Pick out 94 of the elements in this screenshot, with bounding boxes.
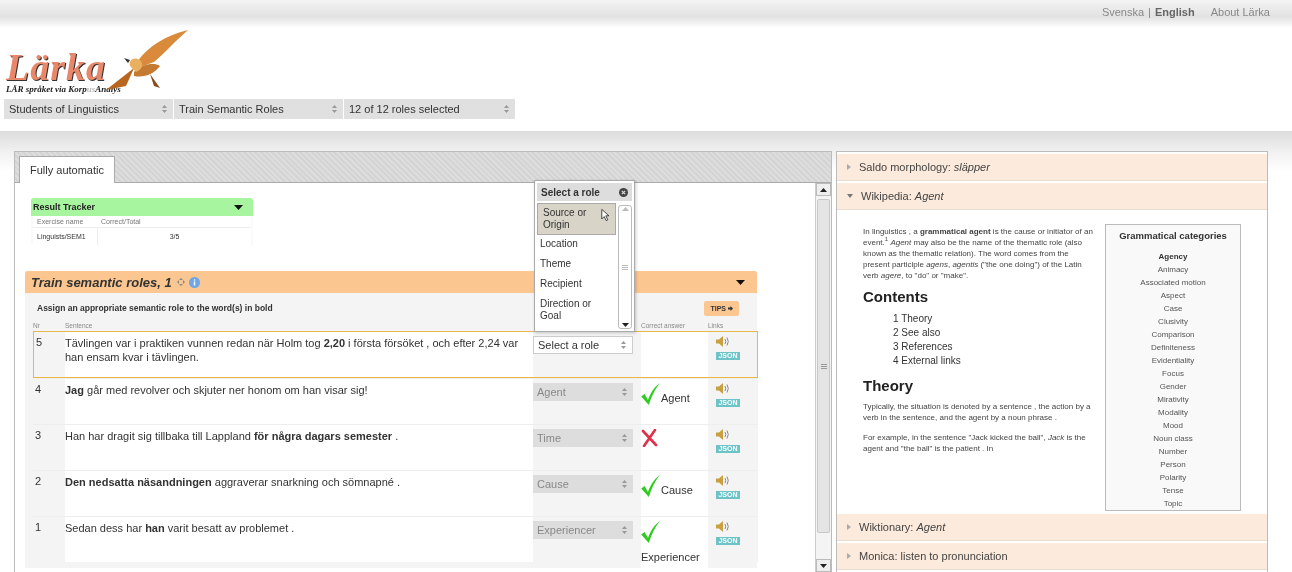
accordion-header[interactable]: Wiktionary: Agent — [837, 514, 1267, 541]
role-option[interactable]: Location — [535, 235, 618, 255]
instruction-text: Assign an appropriate semantic role to the word(s) in bold — [37, 302, 273, 313]
category-link[interactable]: Definiteness — [1106, 341, 1240, 354]
arrow-icon — [728, 306, 733, 311]
scrollbar[interactable] — [618, 205, 632, 329]
select-arrow-icon — [162, 105, 167, 113]
select-arrow-icon — [622, 480, 627, 488]
category-link[interactable]: Comparison — [1106, 328, 1240, 341]
category-link[interactable]: Tense — [1106, 484, 1240, 497]
speaker-icon[interactable] — [716, 383, 729, 394]
select-arrow-icon — [622, 526, 627, 534]
correct-answer: Cause — [661, 483, 693, 497]
cursor-icon — [601, 207, 610, 223]
grip-icon — [820, 363, 827, 369]
close-icon[interactable] — [619, 187, 628, 197]
article-paragraph: In linguistics , a grammatical agentis the cause or initiator of an event.$^{1}$ Agent may also be the name of the thematic role (also known as the thematic relation). The word comes from the present participle agens, agentis ("the one doing") of the Latin verb agere, to "do" or "make". — [863, 226, 1094, 281]
role-select[interactable]: Select a role — [533, 336, 633, 354]
category-link[interactable]: Clusivity — [1106, 315, 1240, 328]
check-icon — [641, 521, 660, 543]
sentence-text: Jag går med revolver och skjuter ner honom om han visar sig! — [65, 378, 533, 424]
speaker-icon[interactable] — [716, 336, 729, 347]
select-arrow-icon — [622, 434, 627, 442]
role-option[interactable]: Recipient — [535, 275, 618, 295]
speaker-icon[interactable] — [716, 521, 729, 532]
correct-answer: Agent — [661, 391, 690, 405]
scroll-down-icon[interactable] — [820, 563, 827, 568]
section-heading: Contents — [863, 291, 929, 302]
accordion-header[interactable]: Saldo morphology: släpper — [837, 154, 1267, 181]
sentence-text: Sedan dess har han varit besatt av problemet . — [65, 516, 533, 562]
move-icon[interactable] — [176, 278, 185, 286]
speaker-icon[interactable] — [716, 475, 729, 486]
select-arrow-icon — [504, 105, 509, 113]
language-link[interactable]: English — [1154, 6, 1195, 18]
accordion-header[interactable]: Wikipedia: Agent — [837, 183, 1267, 210]
contents-link[interactable]: 1 Theory — [893, 312, 1097, 326]
tracker-title: Result Tracker — [33, 202, 96, 212]
accordion-header[interactable]: Monica: listen to pronunciation — [837, 543, 1267, 570]
collapse-icon[interactable] — [736, 279, 745, 285]
sentence-text: Tävlingen var i praktiken vunnen redan när Holm tog 2,20 i första försöket , och efter 2,24 var han ensam kvar i tävlingen. — [65, 331, 533, 378]
category-link[interactable]: Topic — [1106, 497, 1240, 510]
category-link[interactable]: Modality — [1106, 406, 1240, 419]
role-option[interactable]: Source or Origin — [537, 203, 616, 235]
article-paragraph: For example, in the sentence "Jack kicked the ball", Jack is the agent and "the ball" is the patient . In — [863, 432, 1087, 454]
collapsed-caret-icon — [847, 553, 851, 559]
contents-link[interactable]: 2 See also — [893, 326, 1097, 340]
scroll-down-icon[interactable] — [621, 322, 629, 328]
info-icon[interactable] — [188, 276, 200, 288]
category-link[interactable]: Focus — [1106, 367, 1240, 380]
category-link[interactable]: Mood — [1106, 419, 1240, 432]
sentence-text: Han har dragit sig tillbaka till Lappland för några dagars semester . — [65, 424, 533, 470]
scrollbar[interactable] — [815, 183, 831, 572]
logo-wordmark: Lärka — [6, 50, 106, 84]
collapse-icon[interactable] — [234, 204, 243, 210]
role-option[interactable]: Direction or Goal — [535, 295, 618, 325]
contents-link[interactable]: 4 External links — [893, 354, 1097, 368]
contents-link[interactable]: 3 References — [893, 340, 1097, 354]
tab[interactable]: Fully automatic — [19, 156, 115, 183]
select-arrow-icon — [622, 388, 627, 396]
collapsed-caret-icon — [847, 164, 851, 170]
cross-icon — [641, 429, 658, 447]
category-link[interactable]: Case — [1106, 302, 1240, 315]
select-arrow-icon — [332, 105, 337, 113]
row-number: 5 — [33, 331, 65, 378]
category-link[interactable]: Associated motion — [1106, 276, 1240, 289]
category-link[interactable]: Gender — [1106, 380, 1240, 393]
category-link[interactable]: Animacy — [1106, 263, 1240, 276]
infobox-title: Grammatical categories — [1118, 229, 1228, 242]
scroll-up-icon[interactable] — [820, 187, 827, 192]
separator: | — [1148, 6, 1151, 18]
role-option[interactable]: Theme — [535, 255, 618, 275]
speaker-icon[interactable] — [716, 429, 729, 440]
menu-title: Select a role — [541, 186, 600, 198]
sentence-text: Den nedsatta näsandningen aggraverar snarkning och sömnapné . — [65, 470, 533, 516]
collapsed-caret-icon — [847, 524, 851, 530]
check-icon — [641, 475, 660, 497]
nav-dropdown[interactable]: 12 of 12 roles selected — [344, 99, 516, 119]
category-link[interactable]: Agency — [1106, 250, 1240, 263]
select-arrow-icon — [621, 341, 626, 349]
exercise-title: Train semantic roles, 1 — [31, 274, 172, 290]
nav-dropdown[interactable]: Train Semantic Roles — [174, 99, 344, 119]
nav-dropdown[interactable]: Students of Linguistics — [4, 99, 174, 119]
check-icon — [641, 383, 660, 405]
expanded-caret-icon — [847, 194, 853, 198]
category-link[interactable]: Noun class — [1106, 432, 1240, 445]
category-link[interactable]: Mirativity — [1106, 393, 1240, 406]
category-link[interactable]: Evidentiality — [1106, 354, 1240, 367]
correct-answer: Experiencer — [641, 550, 700, 564]
category-link[interactable]: Aspect — [1106, 289, 1240, 302]
category-link[interactable]: Number — [1106, 445, 1240, 458]
category-link[interactable]: Person — [1106, 458, 1240, 471]
category-link[interactable]: Polarity — [1106, 471, 1240, 484]
article-paragraph: Typically, the situation is denoted by a sentence , the action by a verb in the sentence, and the agent by a noun phrase . — [863, 401, 1092, 423]
grip-icon — [622, 264, 628, 270]
